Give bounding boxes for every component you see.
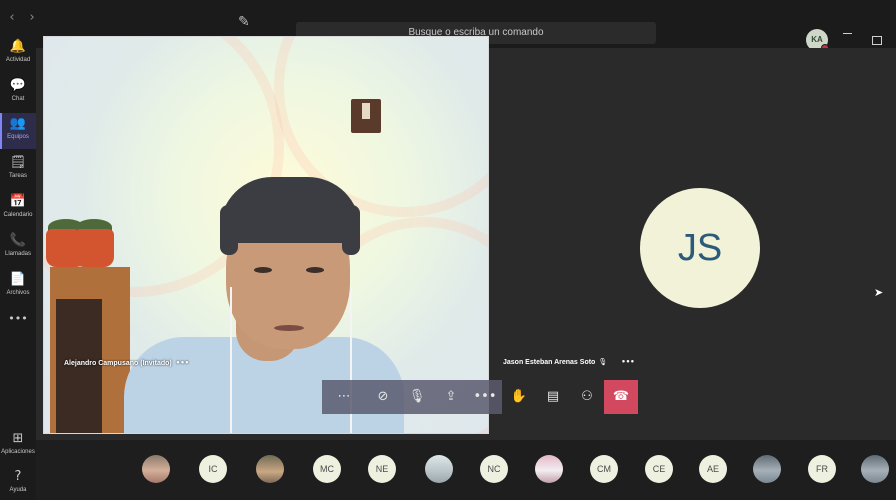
rail-item-llamadas[interactable]: 📞 Llamadas [0, 230, 36, 266]
person-hair [342, 205, 360, 255]
left-rail: 🔔 Actividad 💬 Chat 👥 Equipos 🗒 Tareas 📅 … [0, 36, 36, 500]
rail-item-chat[interactable]: 💬 Chat [0, 75, 36, 111]
more-actions-button[interactable]: ••• [468, 380, 502, 414]
participant-avatar[interactable]: IC [199, 455, 227, 483]
rail-item-label: Aplicaciones [1, 449, 35, 455]
rail-item-label: Chat [11, 96, 25, 102]
person-eye [254, 267, 272, 273]
rail-item-calendario[interactable]: 📅 Calendario [0, 191, 36, 227]
participant-avatar[interactable]: NC [480, 455, 508, 483]
participant-avatar[interactable] [861, 455, 889, 483]
participant-avatar[interactable] [142, 455, 170, 483]
mic-off-icon: 🎙 [598, 358, 608, 366]
phone-icon: 📞 [9, 233, 27, 248]
maximize-icon[interactable] [872, 36, 882, 45]
rail-item-equipos[interactable]: 👥 Equipos [0, 113, 36, 149]
teams-window: ‹ › ✎ Busque o escriba un comando KA 🔔 A… [0, 0, 896, 500]
participant-avatar[interactable]: JS [640, 188, 760, 308]
compose-icon[interactable]: ✎ [238, 14, 256, 32]
participant-avatar[interactable] [256, 455, 284, 483]
participant-avatar[interactable]: CM [590, 455, 618, 483]
back-arrow-icon[interactable]: ‹ [4, 10, 20, 25]
apps-icon: ⊞ [12, 431, 24, 446]
teams-icon: 👥 [9, 116, 27, 131]
plant-pot [74, 229, 114, 267]
rail-item-label: Calendario [3, 212, 33, 218]
rail-item-label: Equipos [7, 134, 29, 140]
participant-avatar[interactable]: CE [645, 455, 673, 483]
rail-item-label: Ayuda [9, 487, 27, 493]
user-initials: KA [811, 35, 823, 44]
rail-item-actividad[interactable]: 🔔 Actividad [0, 36, 36, 72]
person-mouth [274, 325, 304, 331]
rail-item-label: Llamadas [4, 251, 31, 257]
rail-item-tareas[interactable]: 🗒 Tareas [0, 152, 36, 188]
rail-item-label: Actividad [5, 57, 31, 63]
forward-arrow-icon[interactable]: › [24, 10, 40, 25]
participant-avatar[interactable]: NE [368, 455, 396, 483]
rail-item-archivos[interactable]: 📄 Archivos [0, 269, 36, 305]
participant-avatar[interactable]: AE [699, 455, 727, 483]
camera-off-button[interactable]: ⊘ [366, 380, 400, 414]
chat-icon: 💬 [9, 78, 27, 93]
more-options-icon[interactable]: ••• [176, 359, 189, 367]
calendar-icon: 📅 [9, 194, 27, 209]
call-timer-handle[interactable]: ⋯ [322, 380, 366, 414]
rail-item-label: Archivos [6, 290, 30, 296]
person-eye [306, 267, 324, 273]
participant-avatar[interactable]: FR [808, 455, 836, 483]
participant-name-label: Alejandro Campusano (Invitado) ••• [64, 359, 189, 367]
person-hair [220, 177, 360, 243]
mouse-cursor-icon: ➤ [874, 286, 884, 299]
rail-item-ayuda[interactable]: ? Ayuda [0, 466, 36, 500]
help-icon: ? [14, 469, 22, 484]
participant-avatar[interactable] [425, 455, 453, 483]
share-screen-button[interactable]: ⇪ [434, 380, 468, 414]
rail-item-aplicaciones[interactable]: ⊞ Aplicaciones [0, 428, 36, 464]
conversation-button[interactable]: ▤ [536, 380, 570, 414]
files-icon: 📄 [9, 272, 27, 287]
participant-avatar[interactable] [753, 455, 781, 483]
more-options-icon[interactable]: ••• [621, 358, 634, 366]
person-hair [220, 205, 238, 255]
participant-name: Jason Esteban Arenas Soto [503, 359, 596, 366]
wall-lamp [351, 99, 381, 133]
participant-name-label: Jason Esteban Arenas Soto 🎙 ••• [503, 358, 635, 366]
tasks-icon: 🗒 [9, 155, 27, 170]
participants-button[interactable]: ⚇ [570, 380, 604, 414]
hang-up-button[interactable]: ☎ [604, 380, 638, 414]
minimize-icon[interactable] [843, 33, 852, 34]
mute-button[interactable]: 🎙 [400, 380, 434, 414]
bell-icon: 🔔 [9, 39, 27, 54]
raise-hand-button[interactable]: ✋ [502, 380, 536, 414]
participant-avatar[interactable] [535, 455, 563, 483]
call-controls: ⋯ ⊘ 🎙 ⇪ ••• ✋ ▤ ⚇ ☎ [322, 380, 638, 414]
more-apps-button[interactable]: ••• [0, 312, 36, 348]
participant-name: Alejandro Campusano (Invitado) [64, 360, 172, 367]
rail-item-label: Tareas [8, 173, 27, 179]
participant-avatar[interactable]: MC [313, 455, 341, 483]
navigation-arrows: ‹ › [4, 10, 40, 25]
main-video-tile[interactable]: Alejandro Campusano (Invitado) ••• [43, 36, 489, 434]
earphone-cable [230, 287, 232, 433]
